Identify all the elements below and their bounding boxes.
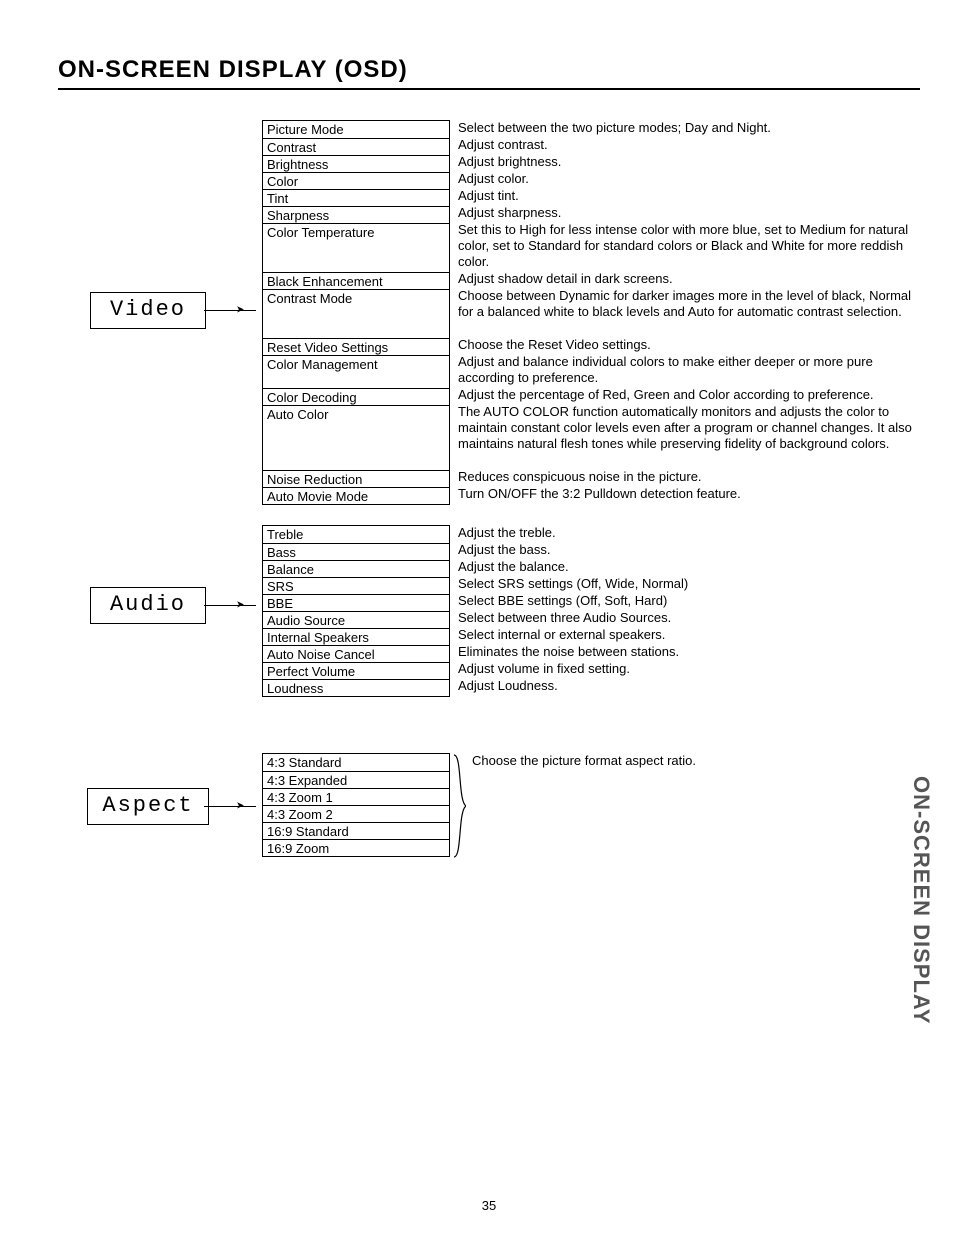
menu-item: Bass — [263, 543, 449, 560]
menu-item: Internal Speakers — [263, 628, 449, 645]
menu-item: Sharpness — [263, 206, 449, 223]
menu-item: Picture Mode — [263, 121, 449, 138]
menu-item: BBE — [263, 594, 449, 611]
menu-item-description: Adjust Loudness. — [458, 678, 920, 695]
menu-item-description: Adjust the treble. — [458, 525, 920, 542]
menu-item: 4:3 Zoom 2 — [263, 805, 449, 822]
menu-item: Color — [263, 172, 449, 189]
menu-item: 16:9 Zoom — [263, 839, 449, 856]
menu-item: Brightness — [263, 155, 449, 172]
audio-descriptions: Adjust the treble.Adjust the bass.Adjust… — [458, 525, 920, 695]
menu-item-description: Choose between Dynamic for darker images… — [458, 288, 920, 337]
menu-item-description: Adjust brightness. — [458, 154, 920, 171]
menu-item: Black Enhancement — [263, 272, 449, 289]
aspect-items: 4:3 Standard4:3 Expanded4:3 Zoom 14:3 Zo… — [262, 753, 450, 857]
menu-item-description: Select internal or external speakers. — [458, 627, 920, 644]
menu-item: Color Decoding — [263, 388, 449, 405]
menu-item-description: Reduces conspicuous noise in the picture… — [458, 469, 920, 486]
vertical-section-label: ON-SCREEN DISPLAY — [908, 776, 934, 1024]
audio-items: TrebleBassBalanceSRSBBEAudio SourceInter… — [262, 525, 450, 697]
menu-item-description: Adjust contrast. — [458, 137, 920, 154]
arrow-audio — [238, 525, 262, 685]
audio-section: Audio TrebleBassBalanceSRSBBEAudio Sourc… — [58, 525, 920, 697]
menu-item: Reset Video Settings — [263, 338, 449, 355]
menu-item-description: Eliminates the noise between stations. — [458, 644, 920, 661]
menu-item-description: Adjust shadow detail in dark screens. — [458, 271, 920, 288]
menu-item-description: Turn ON/OFF the 3:2 Pulldown detection f… — [458, 486, 920, 503]
audio-category-box: Audio — [90, 587, 206, 624]
menu-item: Contrast — [263, 138, 449, 155]
menu-item-description: Select BBE settings (Off, Soft, Hard) — [458, 593, 920, 610]
menu-item-description: Adjust tint. — [458, 188, 920, 205]
brace-icon — [452, 753, 466, 859]
menu-item: SRS — [263, 577, 449, 594]
menu-item-description: Adjust the bass. — [458, 542, 920, 559]
aspect-brace — [450, 753, 468, 859]
menu-item: Auto Color — [263, 405, 449, 470]
menu-item: Color Management — [263, 355, 449, 388]
menu-item: Noise Reduction — [263, 470, 449, 487]
video-descriptions: Select between the two picture modes; Da… — [458, 120, 920, 503]
aspect-description: Choose the picture format aspect ratio. — [472, 753, 920, 768]
menu-item-description: Adjust the percentage of Red, Green and … — [458, 387, 920, 404]
menu-item: 16:9 Standard — [263, 822, 449, 839]
menu-item-description: Choose the Reset Video settings. — [458, 337, 920, 354]
menu-item: Balance — [263, 560, 449, 577]
menu-item: Loudness — [263, 679, 449, 696]
menu-item: Perfect Volume — [263, 662, 449, 679]
video-category-box: Video — [90, 292, 206, 329]
menu-item-description: The AUTO COLOR function automatically mo… — [458, 404, 920, 469]
menu-item-description: Select between three Audio Sources. — [458, 610, 920, 627]
menu-item-description: Select between the two picture modes; Da… — [458, 120, 920, 137]
menu-item-description: Adjust the balance. — [458, 559, 920, 576]
aspect-section: Aspect 4:3 Standard4:3 Expanded4:3 Zoom … — [58, 753, 920, 859]
menu-item-description: Adjust volume in fixed setting. — [458, 661, 920, 678]
menu-item: Tint — [263, 189, 449, 206]
video-items: Picture ModeContrastBrightnessColorTintS… — [262, 120, 450, 505]
page: ON-SCREEN DISPLAY (OSD) Video Picture Mo… — [58, 56, 920, 1213]
menu-item: Treble — [263, 526, 449, 543]
menu-item: Auto Movie Mode — [263, 487, 449, 504]
menu-item-description: Adjust and balance individual colors to … — [458, 354, 920, 387]
menu-item-description: Adjust color. — [458, 171, 920, 188]
menu-item-description: Adjust sharpness. — [458, 205, 920, 222]
menu-item: Audio Source — [263, 611, 449, 628]
menu-item: 4:3 Zoom 1 — [263, 788, 449, 805]
aspect-category-box: Aspect — [87, 788, 208, 825]
page-title: ON-SCREEN DISPLAY (OSD) — [58, 56, 920, 90]
menu-item-description: Set this to High for less intense color … — [458, 222, 920, 271]
video-section: Video Picture ModeContrastBrightnessColo… — [58, 120, 920, 505]
arrow-aspect — [238, 753, 262, 859]
menu-item: Auto Noise Cancel — [263, 645, 449, 662]
menu-item: 4:3 Expanded — [263, 771, 449, 788]
menu-item-description: Select SRS settings (Off, Wide, Normal) — [458, 576, 920, 593]
page-number: 35 — [58, 1198, 920, 1213]
arrow-video — [238, 120, 262, 500]
menu-item: 4:3 Standard — [263, 754, 449, 771]
menu-item: Color Temperature — [263, 223, 449, 272]
menu-item: Contrast Mode — [263, 289, 449, 338]
